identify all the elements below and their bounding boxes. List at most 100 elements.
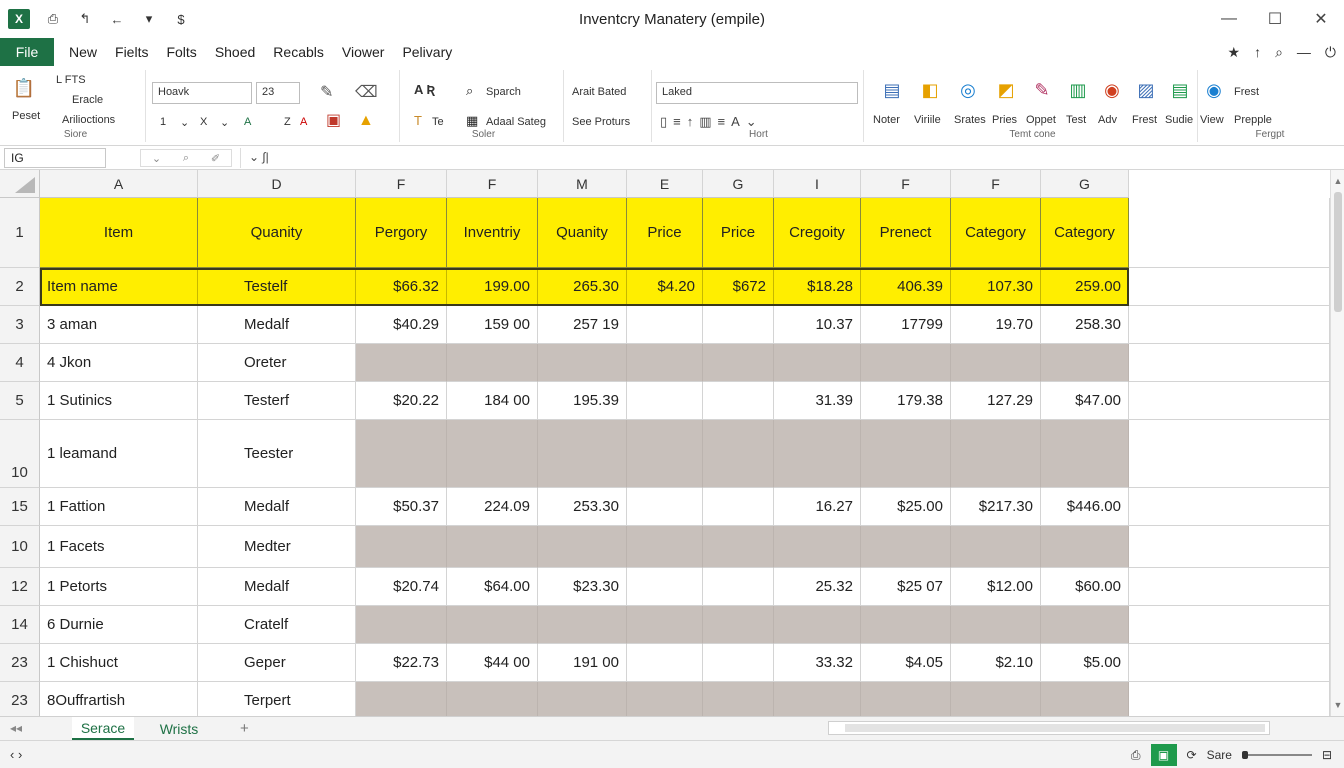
save-icon[interactable]: ⎙ xyxy=(44,11,62,27)
font-color-button[interactable]: A xyxy=(244,116,251,128)
table-cell[interactable] xyxy=(627,682,703,716)
table-cell[interactable] xyxy=(774,344,861,382)
table-cell[interactable] xyxy=(861,526,951,568)
table-cell[interactable] xyxy=(951,606,1041,644)
table-cell[interactable] xyxy=(627,644,703,682)
empty-cell[interactable] xyxy=(1129,488,1330,526)
table-cell[interactable] xyxy=(1041,344,1129,382)
table-cell[interactable] xyxy=(703,568,774,606)
empty-cell[interactable] xyxy=(1129,568,1330,606)
maximize-button[interactable]: ☐ xyxy=(1252,0,1298,38)
empty-cell[interactable] xyxy=(1129,526,1330,568)
tool-pries[interactable]: Pries xyxy=(992,114,1017,126)
collapse-icon[interactable]: — xyxy=(1297,44,1311,60)
table-cell[interactable] xyxy=(627,488,703,526)
fill-icon[interactable]: T xyxy=(414,112,422,130)
sheet-tab-wrists[interactable]: Wrists xyxy=(148,717,210,741)
row-header[interactable]: 23 xyxy=(0,644,40,682)
table-cell[interactable]: $60.00 xyxy=(1041,568,1129,606)
formula-input[interactable]: ⌄ ∫| xyxy=(240,148,1336,168)
text-a-icon[interactable]: A Ʀ xyxy=(414,82,435,97)
empty-cell[interactable] xyxy=(1129,682,1330,716)
frest-dropdown[interactable]: Frest xyxy=(1234,86,1259,98)
table-cell[interactable] xyxy=(627,526,703,568)
header-cell[interactable]: Inventriy xyxy=(447,198,538,268)
column-header[interactable]: F xyxy=(951,170,1041,198)
table-cell[interactable]: Medalf xyxy=(198,488,356,526)
table-cell[interactable] xyxy=(627,344,703,382)
table-cell[interactable] xyxy=(703,488,774,526)
vertical-scrollbar[interactable]: ▲ ▼ xyxy=(1330,170,1344,716)
tab-folts[interactable]: Folts xyxy=(157,38,205,66)
close-button[interactable]: ✕ xyxy=(1298,0,1344,38)
table-cell[interactable]: $40.29 xyxy=(356,306,447,344)
tab-pelivary[interactable]: Pelivary xyxy=(393,38,461,66)
table-cell[interactable]: $2.10 xyxy=(951,644,1041,682)
highlight-icon[interactable]: ▲ xyxy=(358,112,374,130)
row-header[interactable]: 10 xyxy=(0,420,40,488)
file-tab[interactable]: File xyxy=(0,38,54,66)
table-cell[interactable] xyxy=(538,606,627,644)
table-cell[interactable]: $12.00 xyxy=(951,568,1041,606)
eraser-icon[interactable]: ⌫ xyxy=(355,84,378,102)
table-cell[interactable] xyxy=(447,526,538,568)
table-cell[interactable]: 1 Chishuct xyxy=(40,644,198,682)
table-cell[interactable]: 1 Petorts xyxy=(40,568,198,606)
table-cell[interactable]: Item name xyxy=(40,268,198,306)
insert-function-icon[interactable]: ✐ xyxy=(211,152,220,165)
column-header[interactable]: A xyxy=(40,170,198,198)
zoom-slider[interactable] xyxy=(1241,751,1312,759)
table-cell[interactable] xyxy=(703,682,774,716)
add-sheet-button[interactable]: + xyxy=(240,720,249,737)
tool-view[interactable]: View xyxy=(1200,114,1224,126)
power-icon[interactable]: ⏻ xyxy=(1325,44,1336,61)
prices-icon[interactable]: ◩ xyxy=(992,76,1020,104)
strike-button[interactable]: X xyxy=(200,116,207,128)
row-header[interactable]: 1 xyxy=(0,198,40,268)
header-cell[interactable]: Cregoity xyxy=(774,198,861,268)
header-cell[interactable]: Prenect xyxy=(861,198,951,268)
row-header[interactable]: 3 xyxy=(0,306,40,344)
search-icon[interactable]: ⌕ xyxy=(1275,44,1283,61)
header-cell[interactable]: Category xyxy=(951,198,1041,268)
size-dropdown[interactable]: ⌄ xyxy=(180,116,189,129)
table-cell[interactable]: 6 Durnie xyxy=(40,606,198,644)
fill-color-icon[interactable]: ▣ xyxy=(326,112,341,130)
spreadsheet-grid[interactable]: A D F F M E G I F F G 1 Item Quanity Pergory Inventriy Q… xyxy=(0,170,1330,716)
table-cell[interactable]: 10.37 xyxy=(774,306,861,344)
table-cell[interactable]: 33.32 xyxy=(774,644,861,682)
table-cell[interactable]: 159 00 xyxy=(447,306,538,344)
table-cell[interactable] xyxy=(774,682,861,716)
table-cell[interactable]: $217.30 xyxy=(951,488,1041,526)
table-cell[interactable] xyxy=(356,526,447,568)
table-cell[interactable]: $47.00 xyxy=(1041,382,1129,420)
horizontal-scrollbar[interactable] xyxy=(828,721,1270,735)
table-cell[interactable] xyxy=(627,306,703,344)
tab-fielts[interactable]: Fielts xyxy=(106,38,157,66)
table-cell[interactable]: Teester xyxy=(198,420,356,488)
oppet-icon[interactable]: ✎ xyxy=(1028,76,1056,104)
empty-cell[interactable] xyxy=(1129,644,1330,682)
clipboard-item-3[interactable]: Arilioctions xyxy=(62,114,115,126)
table-cell[interactable]: Cratelf xyxy=(198,606,356,644)
column-header[interactable]: G xyxy=(1041,170,1129,198)
column-header[interactable]: G xyxy=(703,170,774,198)
scrollbar-thumb[interactable] xyxy=(1334,192,1342,312)
currency-icon[interactable]: $ xyxy=(172,12,190,27)
table-cell[interactable]: $44 00 xyxy=(447,644,538,682)
back-arrow-icon[interactable]: ← xyxy=(108,12,126,27)
table-cell[interactable]: 1 leamand xyxy=(40,420,198,488)
table-cell[interactable]: 257 19 xyxy=(538,306,627,344)
table-cell[interactable]: Terpert xyxy=(198,682,356,716)
style-dropdown[interactable]: ⌄ xyxy=(220,116,229,129)
scroll-up-icon[interactable]: ▲ xyxy=(1331,174,1344,188)
table-cell[interactable]: Oreter xyxy=(198,344,356,382)
table-cell[interactable] xyxy=(356,682,447,716)
table-cell[interactable] xyxy=(1041,526,1129,568)
table-cell[interactable] xyxy=(538,420,627,488)
tool-oppet[interactable]: Oppet xyxy=(1026,114,1056,126)
table-cell[interactable]: $25 07 xyxy=(861,568,951,606)
table-cell[interactable]: 224.09 xyxy=(447,488,538,526)
table-cell[interactable]: 107.30 xyxy=(951,268,1041,306)
table-cell[interactable] xyxy=(538,526,627,568)
